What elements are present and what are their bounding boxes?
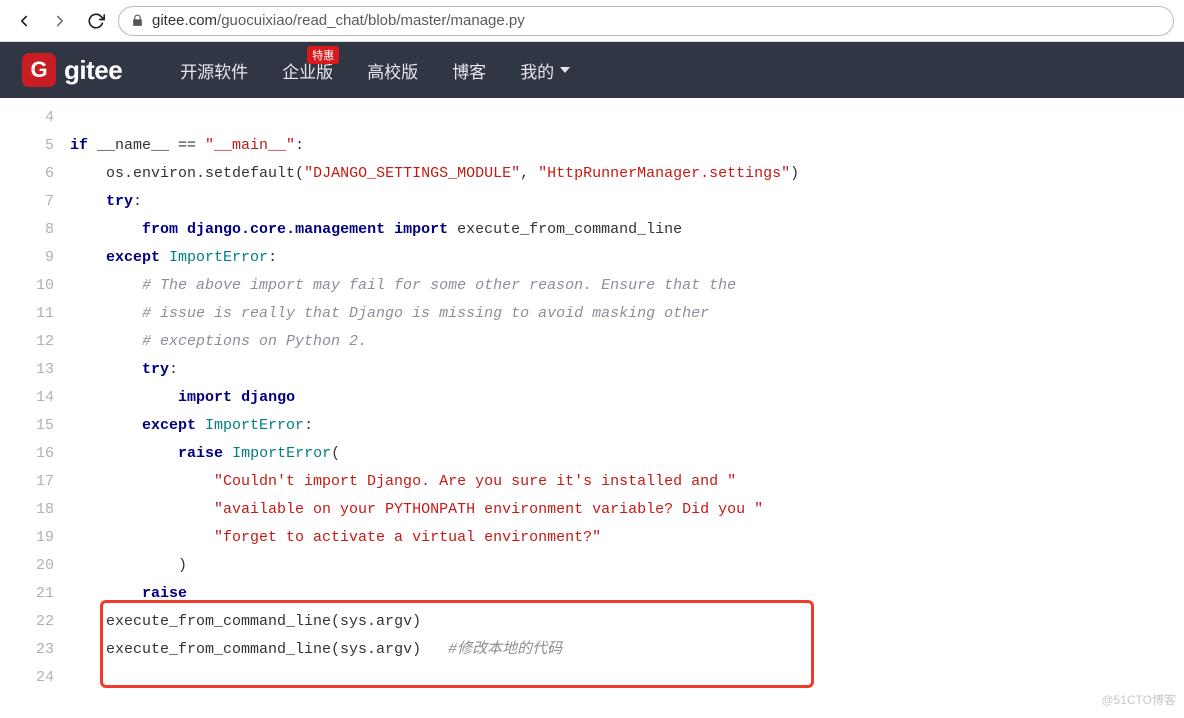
line-number[interactable]: 12 — [0, 328, 70, 356]
code-line: 8 from django.core.management import exe… — [0, 216, 1184, 244]
site-logo[interactable]: G gitee — [22, 53, 122, 87]
code-content: try: — [70, 356, 1184, 384]
code-content: os.environ.setdefault("DJANGO_SETTINGS_M… — [70, 160, 1184, 188]
code-line: 12 # exceptions on Python 2. — [0, 328, 1184, 356]
code-line: 11 # issue is really that Django is miss… — [0, 300, 1184, 328]
line-number[interactable]: 5 — [0, 132, 70, 160]
nav-mine-label: 我的 — [520, 58, 554, 83]
nav-enterprise-label: 企业版 — [282, 63, 333, 82]
promo-badge: 特惠 — [307, 46, 339, 64]
code-content: except ImportError: — [70, 412, 1184, 440]
code-viewer: 45if __name__ == "__main__":6 os.environ… — [0, 98, 1184, 712]
logo-text: gitee — [64, 55, 122, 86]
code-content: # The above import may fail for some oth… — [70, 272, 1184, 300]
line-number[interactable]: 23 — [0, 636, 70, 664]
code-content: import django — [70, 384, 1184, 412]
code-content: # issue is really that Django is missing… — [70, 300, 1184, 328]
line-number[interactable]: 9 — [0, 244, 70, 272]
reload-button[interactable] — [82, 7, 110, 35]
code-content: try: — [70, 188, 1184, 216]
line-number[interactable]: 16 — [0, 440, 70, 468]
code-content: except ImportError: — [70, 244, 1184, 272]
code-line: 6 os.environ.setdefault("DJANGO_SETTINGS… — [0, 160, 1184, 188]
line-number[interactable]: 7 — [0, 188, 70, 216]
code-table: 45if __name__ == "__main__":6 os.environ… — [0, 104, 1184, 692]
browser-toolbar: gitee.com/guocuixiao/read_chat/blob/mast… — [0, 0, 1184, 42]
code-line: 23 execute_from_command_line(sys.argv) #… — [0, 636, 1184, 664]
code-content: "available on your PYTHONPATH environmen… — [70, 496, 1184, 524]
url-host: gitee.com — [152, 12, 217, 29]
code-content: raise ImportError( — [70, 440, 1184, 468]
line-number[interactable]: 21 — [0, 580, 70, 608]
lock-icon — [131, 14, 144, 27]
nav-open-source[interactable]: 开源软件 — [180, 58, 248, 83]
code-line: 9 except ImportError: — [0, 244, 1184, 272]
url-path: /guocuixiao/read_chat/blob/master/manage… — [217, 12, 525, 29]
code-content: from django.core.management import execu… — [70, 216, 1184, 244]
nav-mine[interactable]: 我的 — [520, 58, 570, 83]
line-number[interactable]: 18 — [0, 496, 70, 524]
nav-enterprise[interactable]: 企业版 特惠 — [282, 58, 333, 83]
line-number[interactable]: 6 — [0, 160, 70, 188]
code-content: "forget to activate a virtual environmen… — [70, 524, 1184, 552]
code-content: ) — [70, 552, 1184, 580]
code-content: raise — [70, 580, 1184, 608]
code-content — [70, 104, 1184, 132]
line-number[interactable]: 24 — [0, 664, 70, 692]
nav-blog[interactable]: 博客 — [452, 58, 486, 83]
line-number[interactable]: 15 — [0, 412, 70, 440]
code-line: 13 try: — [0, 356, 1184, 384]
line-number[interactable]: 14 — [0, 384, 70, 412]
line-number[interactable]: 8 — [0, 216, 70, 244]
code-content: execute_from_command_line(sys.argv) — [70, 608, 1184, 636]
code-line: 4 — [0, 104, 1184, 132]
line-number[interactable]: 20 — [0, 552, 70, 580]
code-line: 20 ) — [0, 552, 1184, 580]
line-number[interactable]: 10 — [0, 272, 70, 300]
code-line: 10 # The above import may fail for some … — [0, 272, 1184, 300]
site-header: G gitee 开源软件 企业版 特惠 高校版 博客 我的 — [0, 42, 1184, 98]
url-text: gitee.com/guocuixiao/read_chat/blob/mast… — [152, 12, 525, 29]
watermark: @51CTO博客 — [1101, 691, 1176, 708]
code-line: 22 execute_from_command_line(sys.argv) — [0, 608, 1184, 636]
code-content: execute_from_command_line(sys.argv) #修改本… — [70, 636, 1184, 664]
line-number[interactable]: 4 — [0, 104, 70, 132]
main-nav: 开源软件 企业版 特惠 高校版 博客 我的 — [180, 58, 570, 83]
back-button[interactable] — [10, 7, 38, 35]
address-bar[interactable]: gitee.com/guocuixiao/read_chat/blob/mast… — [118, 6, 1174, 36]
code-line: 21 raise — [0, 580, 1184, 608]
code-content — [70, 664, 1184, 692]
line-number[interactable]: 17 — [0, 468, 70, 496]
code-line: 19 "forget to activate a virtual environ… — [0, 524, 1184, 552]
code-line: 14 import django — [0, 384, 1184, 412]
code-line: 16 raise ImportError( — [0, 440, 1184, 468]
line-number[interactable]: 22 — [0, 608, 70, 636]
chevron-down-icon — [560, 67, 570, 73]
code-content: if __name__ == "__main__": — [70, 132, 1184, 160]
code-line: 17 "Couldn't import Django. Are you sure… — [0, 468, 1184, 496]
line-number[interactable]: 19 — [0, 524, 70, 552]
line-number[interactable]: 13 — [0, 356, 70, 384]
code-line: 15 except ImportError: — [0, 412, 1184, 440]
code-line: 24 — [0, 664, 1184, 692]
code-content: # exceptions on Python 2. — [70, 328, 1184, 356]
line-number[interactable]: 11 — [0, 300, 70, 328]
nav-university[interactable]: 高校版 — [367, 58, 418, 83]
code-line: 5if __name__ == "__main__": — [0, 132, 1184, 160]
forward-button[interactable] — [46, 7, 74, 35]
code-line: 7 try: — [0, 188, 1184, 216]
code-content: "Couldn't import Django. Are you sure it… — [70, 468, 1184, 496]
code-line: 18 "available on your PYTHONPATH environ… — [0, 496, 1184, 524]
logo-badge: G — [22, 53, 56, 87]
